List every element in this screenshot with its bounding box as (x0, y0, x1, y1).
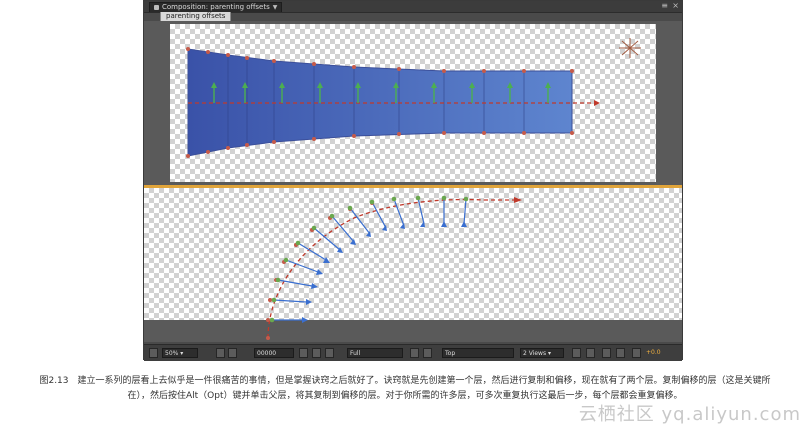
view-layout-value: 2 Views (523, 350, 547, 357)
motion-path-arc (267, 198, 485, 339)
zoom-dropdown[interactable]: 50% ▾ (162, 348, 198, 358)
always-preview-icon[interactable] (149, 348, 158, 358)
resolution-value: Full (350, 350, 361, 357)
safe-zones-icon[interactable] (216, 348, 225, 358)
flowchart-icon[interactable] (616, 348, 625, 358)
zoom-value: 50% (165, 350, 179, 357)
current-time[interactable]: 00000 (254, 348, 294, 358)
camera-snapshot-icon[interactable] (299, 348, 308, 358)
close-icon[interactable]: × (672, 1, 679, 11)
fast-previews-icon[interactable] (586, 348, 595, 358)
resolution-dropdown[interactable]: Full (347, 348, 403, 358)
composition-tab[interactable]: Composition: parenting offsets ▼ (149, 2, 283, 12)
viewer-front[interactable] (144, 21, 682, 185)
timeline-icon[interactable] (602, 348, 611, 358)
exposure-value[interactable]: +0.0 (646, 348, 661, 358)
grid-icon[interactable] (228, 348, 237, 358)
composition-tab-label: Composition: parenting offsets (162, 3, 270, 11)
watermark: 云栖社区 yq.aliyun.com (578, 404, 801, 425)
show-snapshot-icon[interactable] (312, 348, 321, 358)
exposure-reset-icon[interactable] (632, 348, 641, 358)
viewer-top[interactable] (144, 188, 682, 342)
color-channel-icon[interactable] (325, 348, 334, 358)
composition-panel: Composition: parenting offsets ▼ ≡ × par… (143, 0, 683, 361)
camera-light-icon (619, 38, 641, 58)
chevron-down-icon[interactable]: ▼ (273, 3, 278, 12)
keyframe-dots-arc (266, 196, 468, 340)
view-layout-dropdown[interactable]: 2 Views ▾ (520, 348, 564, 358)
panel-menu-icon[interactable]: ≡ (661, 1, 668, 11)
toggle-pixel-aspect-icon[interactable] (572, 348, 581, 358)
transparency-grid-icon[interactable] (423, 348, 432, 358)
3d-view-dropdown[interactable]: Top (442, 348, 514, 358)
front-view-layers (186, 38, 641, 158)
z-axis-handles (272, 197, 467, 321)
3d-view-value: Top (445, 350, 456, 357)
region-of-interest-icon[interactable] (410, 348, 419, 358)
lock-icon[interactable] (154, 5, 159, 10)
viewer-controls-bar: 50% ▾ 00000 Full Top 2 Views ▾ +0.0 (144, 344, 682, 361)
top-view-layers (266, 195, 522, 340)
timecode-value: 00000 (257, 350, 277, 357)
